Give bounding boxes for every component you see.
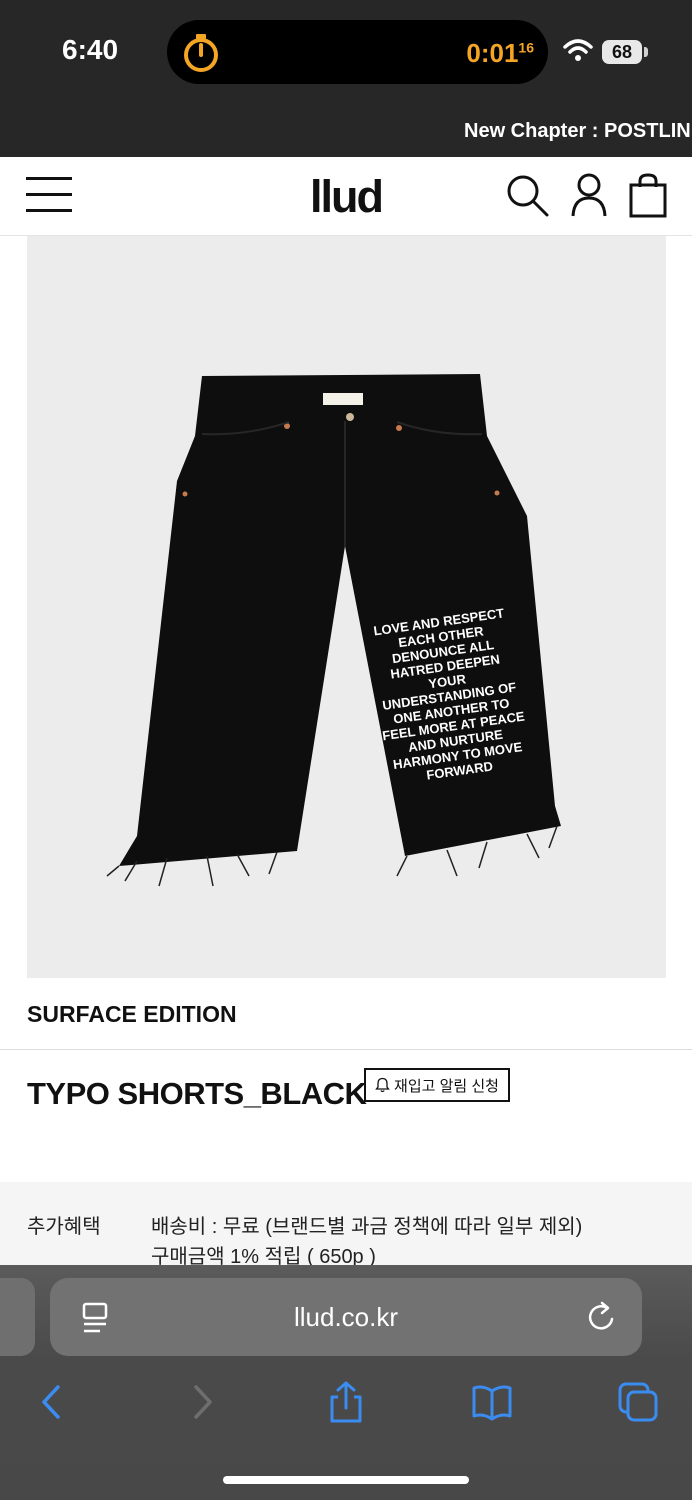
- wifi-icon: [563, 39, 593, 61]
- browser-toolbar: llud.co.kr: [0, 1265, 692, 1500]
- tabs-icon[interactable]: [617, 1381, 659, 1423]
- restock-label: 재입고 알림 신청: [394, 1077, 499, 1095]
- bell-icon: [375, 1077, 390, 1093]
- stopwatch-icon: [184, 34, 218, 72]
- address-bar[interactable]: llud.co.kr: [50, 1278, 642, 1356]
- battery-tip: [644, 47, 648, 57]
- timer-readout: 0:0116: [466, 38, 534, 68]
- benefit-section: 추가혜택 배송비 : 무료 (브랜드별 과금 정책에 따라 일부 제외) 구매금…: [0, 1182, 692, 1272]
- benefit-label: 추가혜택: [27, 1216, 101, 1238]
- shopping-bag-icon[interactable]: [626, 172, 672, 218]
- search-icon[interactable]: [504, 172, 550, 218]
- status-bar: 6:40 0:0116 68: [0, 0, 692, 104]
- back-icon[interactable]: [32, 1381, 74, 1423]
- share-icon[interactable]: [325, 1381, 367, 1423]
- battery-indicator: 68: [602, 40, 642, 64]
- bookmarks-icon[interactable]: [471, 1381, 513, 1423]
- previous-tab-preview[interactable]: [0, 1278, 35, 1356]
- product-name: TYPO SHORTS_BLACK: [27, 1076, 367, 1111]
- brand-name[interactable]: SURFACE EDITION: [27, 1001, 237, 1028]
- shipping-fee-text: 배송비 : 무료 (브랜드별 과금 정책에 따라 일부 제외): [151, 1216, 583, 1238]
- site-header: llud: [0, 157, 692, 236]
- product-page: LOVE AND RESPECT EACH OTHER DENOUNCE ALL HA…: [0, 236, 692, 1272]
- divider: [0, 1049, 692, 1050]
- url-text: llud.co.kr: [293, 1302, 399, 1332]
- status-time: 6:40: [62, 34, 119, 65]
- promo-text: New Chapter : POSTLIN: [464, 120, 691, 142]
- home-indicator: [223, 1476, 469, 1484]
- restock-alert-button[interactable]: 재입고 알림 신청: [364, 1068, 510, 1102]
- promo-banner[interactable]: New Chapter : POSTLIN: [0, 104, 692, 157]
- user-icon[interactable]: [566, 172, 612, 218]
- reload-icon[interactable]: [586, 1300, 618, 1334]
- forward-icon[interactable]: [180, 1381, 222, 1423]
- dynamic-island[interactable]: 0:0116: [167, 20, 548, 84]
- product-image[interactable]: LOVE AND RESPECT EACH OTHER DENOUNCE ALL HA…: [27, 236, 666, 978]
- shorts-illustration: LOVE AND RESPECTEACH OTHERDENOUNCE ALLHA…: [106, 374, 561, 887]
